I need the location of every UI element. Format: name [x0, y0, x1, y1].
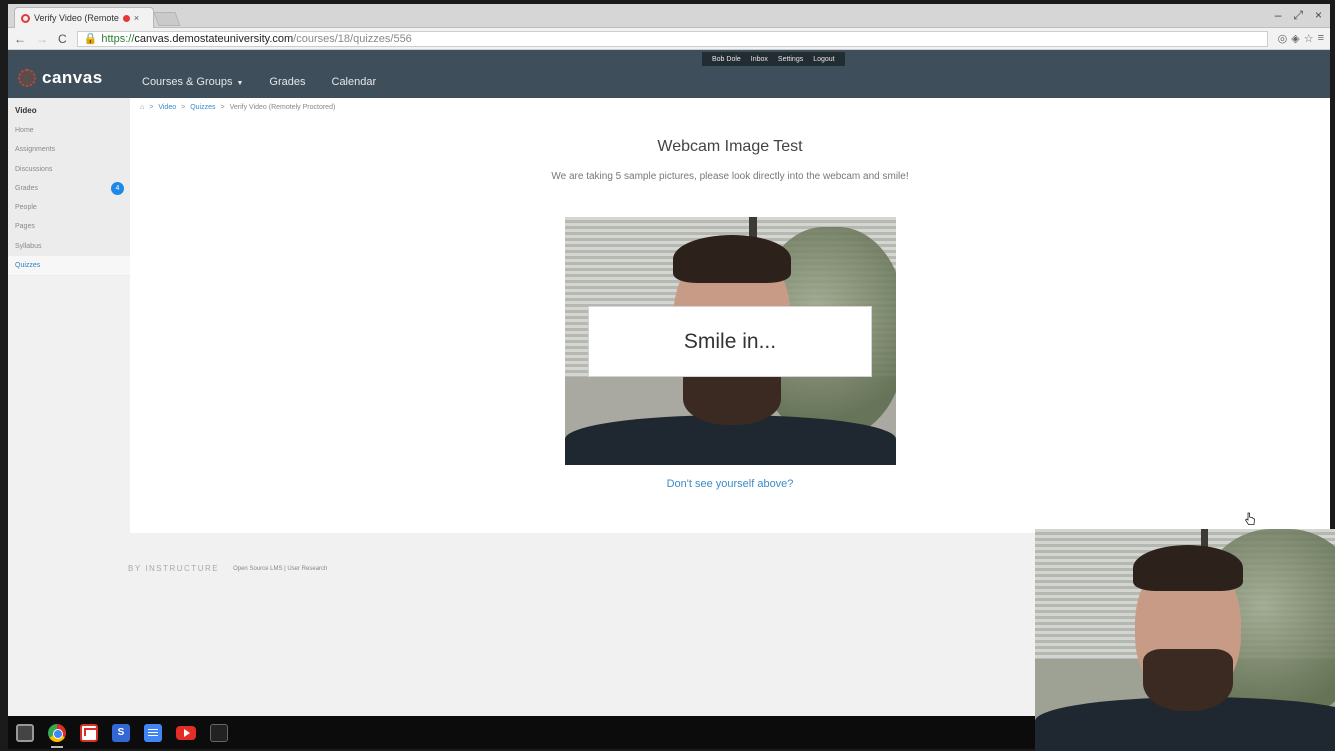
footer: BY INSTRUCTURE Open Source LMS | User Re… [128, 564, 327, 573]
url-path: /courses/18/quizzes/556 [293, 32, 412, 45]
reload-icon[interactable]: C [58, 32, 67, 46]
course-nav-label: Pages [15, 223, 35, 231]
extension-icons: ◎ ◈ ☆ ≡ [1278, 32, 1324, 45]
tab-title: Verify Video (Remote [34, 13, 119, 23]
nav-grades[interactable]: Grades [269, 76, 305, 88]
youtube-icon[interactable] [176, 725, 196, 740]
person-beard [1143, 649, 1233, 711]
tab-strip: Verify Video (Remote × – ⤢ × [8, 4, 1330, 28]
course-navigation: Video Home Assignments Discussions Grade… [8, 98, 130, 276]
course-nav-label: Discussions [15, 165, 53, 173]
close-window-icon[interactable]: × [1315, 8, 1322, 23]
home-icon[interactable]: ⌂ [140, 104, 144, 111]
browser-toolbar: ← → C 🔒 https:// canvas.demostateunivers… [8, 28, 1330, 50]
course-nav-syllabus[interactable]: Syllabus [8, 237, 130, 256]
grades-count-badge: 4 [111, 181, 124, 195]
user-link-settings[interactable]: Settings [778, 56, 803, 63]
browser-tab[interactable]: Verify Video (Remote × [14, 7, 154, 28]
docs-icon[interactable] [144, 723, 162, 742]
forward-icon[interactable]: → [36, 32, 48, 46]
course-nav-quizzes[interactable]: Quizzes [8, 256, 130, 276]
page-title: Webcam Image Test [657, 138, 803, 155]
mouse-cursor-icon [1244, 512, 1255, 525]
tab-favicon-icon [21, 13, 30, 23]
url-host: canvas.demostateuniversity.com [134, 32, 294, 45]
nav-courses-groups[interactable]: Courses & Groups ▼ [142, 76, 243, 88]
user-link-logout[interactable]: Logout [813, 56, 834, 63]
breadcrumb-separator: > [149, 104, 154, 111]
person-hair [1133, 545, 1243, 591]
course-name: Video [15, 106, 37, 115]
lock-icon: 🔒 [83, 33, 98, 45]
presenter-video [1035, 529, 1335, 751]
footer-links[interactable]: Open Source LMS | User Research [233, 566, 327, 572]
course-nav-people[interactable]: People [8, 198, 130, 217]
course-nav-home[interactable]: Home [8, 121, 130, 140]
breadcrumb-video[interactable]: Video [158, 104, 176, 111]
course-nav-label: Assignments [15, 146, 56, 154]
breadcrumb: ⌂ > Video > Quizzes > Verify Video (Remo… [140, 104, 335, 111]
course-nav-label: Syllabus [15, 242, 42, 250]
nav-courses-label: Courses & Groups [142, 76, 233, 88]
dont-see-yourself-link[interactable]: Don't see yourself above? [130, 478, 1330, 490]
main-content: ⌂ > Video > Quizzes > Verify Video (Remo… [130, 98, 1330, 533]
countdown-overlay: Smile in... [588, 306, 872, 377]
dropdown-caret-icon: ▼ [236, 80, 244, 87]
course-nav-label: People [15, 204, 37, 212]
course-nav-label: Grades [15, 184, 38, 192]
tab-close-icon[interactable]: × [134, 13, 139, 23]
course-nav-pages[interactable]: Pages [8, 217, 130, 236]
canvas-header: Bob Dole Inbox Settings Logout canvas Co… [8, 50, 1330, 98]
nav-calendar[interactable]: Calendar [332, 76, 377, 88]
launcher-icon[interactable] [16, 723, 34, 742]
page-subtitle: We are taking 5 sample pictures, please … [551, 171, 909, 182]
webcam-preview: Smile in... [565, 217, 896, 465]
back-icon[interactable]: ← [14, 32, 26, 46]
extension-icon[interactable]: ◎ [1278, 32, 1288, 45]
gmail-icon[interactable] [80, 723, 98, 742]
course-nav-label: Quizzes [15, 262, 41, 270]
recording-icon [122, 14, 130, 22]
menu-icon[interactable]: ≡ [1318, 32, 1324, 45]
main-nav: Courses & Groups ▼ Grades Calendar [142, 76, 376, 88]
person-hair [673, 235, 791, 283]
user-links: Bob Dole Inbox Settings Logout [702, 52, 845, 66]
bookmark-star-icon[interactable]: ☆ [1304, 32, 1314, 45]
terminal-icon[interactable] [210, 723, 228, 742]
canvas-logo[interactable]: canvas [18, 68, 103, 88]
breadcrumb-separator: > [181, 104, 186, 111]
breadcrumb-quizzes[interactable]: Quizzes [190, 104, 215, 111]
google-sites-icon[interactable]: S [112, 723, 130, 742]
address-bar[interactable]: 🔒 https:// canvas.demostateuniversity.co… [76, 30, 1268, 47]
window-controls: – ⤢ × [1275, 8, 1322, 23]
course-nav-label: Home [15, 127, 34, 134]
user-link-name[interactable]: Bob Dole [712, 56, 741, 63]
canvas-logo-icon [18, 69, 36, 87]
logo-text: canvas [42, 68, 103, 87]
user-link-inbox[interactable]: Inbox [751, 56, 768, 63]
url-scheme: https:// [101, 32, 135, 45]
shield-icon[interactable]: ◈ [1291, 32, 1299, 45]
course-nav-assignments[interactable]: Assignments [8, 140, 130, 159]
breadcrumb-current: Verify Video (Remotely Proctored) [229, 104, 336, 111]
new-tab-button[interactable] [153, 12, 181, 26]
footer-brand: BY INSTRUCTURE [128, 564, 220, 573]
minimize-icon[interactable]: – [1275, 8, 1282, 23]
course-nav-grades[interactable]: Grades 4 [8, 179, 130, 198]
chrome-icon[interactable] [48, 723, 66, 748]
course-nav-discussions[interactable]: Discussions [8, 160, 130, 179]
breadcrumb-separator: > [220, 104, 225, 111]
restore-icon[interactable]: ⤢ [1293, 8, 1303, 23]
os-taskbar: S [8, 716, 1035, 749]
